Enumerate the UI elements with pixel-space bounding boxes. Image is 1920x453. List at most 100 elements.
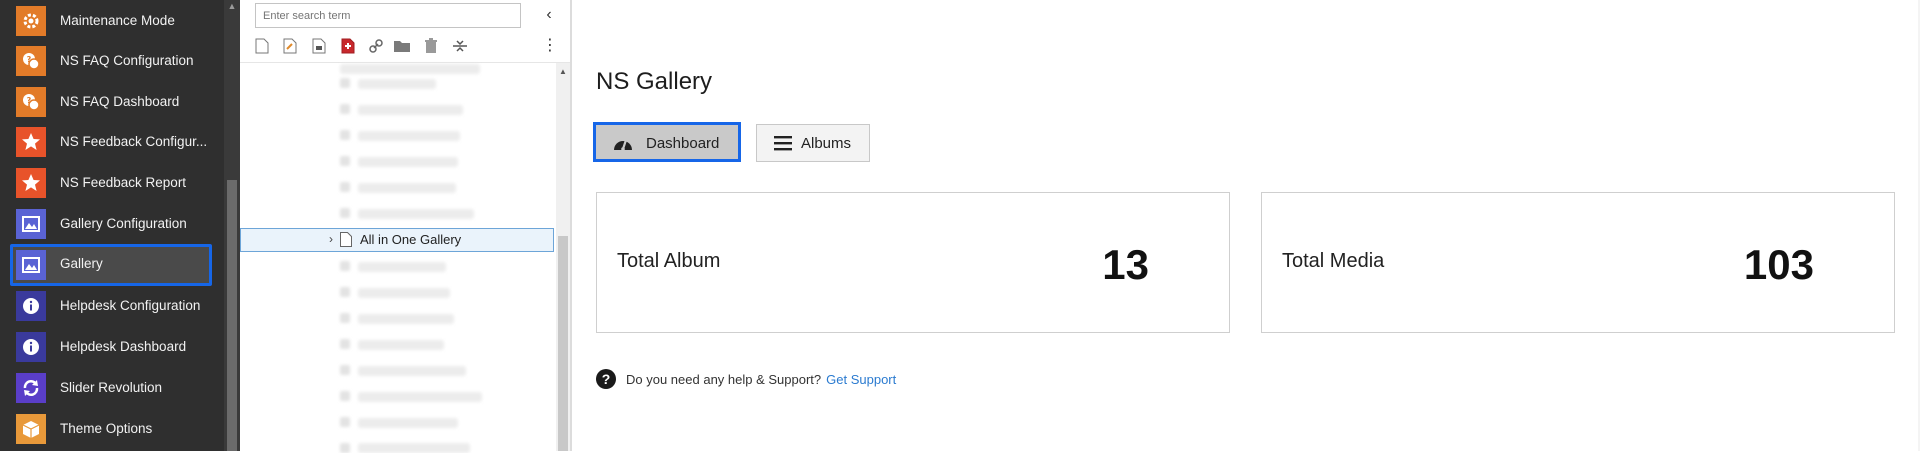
blurred-page-icon bbox=[340, 182, 350, 192]
sidebar-item-label: NS Feedback Configur... bbox=[60, 134, 208, 149]
page-mountpoint-icon[interactable] bbox=[338, 36, 358, 56]
stat-value: 103 bbox=[1743, 241, 1814, 288]
sidebar-item-helpdesk-configuration[interactable]: Helpdesk Configuration bbox=[0, 285, 224, 326]
blurred-page-icon bbox=[340, 130, 350, 140]
trash-icon[interactable] bbox=[421, 36, 441, 56]
sidebar-item-gallery[interactable]: Gallery bbox=[0, 243, 224, 286]
gear-icon bbox=[16, 6, 46, 36]
blurred-tree-row bbox=[358, 340, 444, 350]
sidebar-item-label: Theme Options bbox=[60, 421, 153, 436]
page-link-icon[interactable] bbox=[309, 36, 329, 56]
total-media-card: Total Media 103 bbox=[1261, 192, 1895, 333]
folder-icon[interactable] bbox=[392, 36, 412, 56]
page-shortcut-icon[interactable] bbox=[280, 36, 300, 56]
svg-text:?: ? bbox=[27, 55, 32, 64]
sidebar-item-label: Gallery bbox=[60, 256, 103, 271]
sidebar-item-label: Slider Revolution bbox=[60, 380, 163, 395]
blurred-tree-row bbox=[358, 157, 458, 167]
star-icon bbox=[16, 127, 46, 157]
blurred-tree-row bbox=[358, 392, 482, 402]
star-icon bbox=[16, 168, 46, 198]
sidebar-item-label: NS Feedback Report bbox=[60, 175, 187, 190]
scroll-up-icon[interactable]: ▲ bbox=[557, 67, 569, 76]
blurred-tree-row bbox=[358, 262, 446, 272]
link-icon[interactable] bbox=[366, 36, 386, 56]
tab-label: Dashboard bbox=[646, 135, 720, 152]
tab-label: Albums bbox=[801, 135, 852, 152]
refresh-icon bbox=[16, 373, 46, 403]
blurred-page-icon bbox=[340, 339, 350, 349]
blurred-tree-row bbox=[340, 64, 480, 74]
faq-icon: ? bbox=[16, 87, 46, 117]
blurred-tree-row bbox=[358, 183, 456, 193]
help-text: Do you need any help & Support? bbox=[626, 371, 822, 387]
blurred-tree-row bbox=[358, 314, 454, 324]
sidebar-item-ns-faq-dashboard[interactable]: ? NS FAQ Dashboard bbox=[0, 81, 224, 122]
svg-text:?: ? bbox=[27, 96, 32, 105]
box-icon bbox=[16, 414, 46, 444]
help-support-line: ? Do you need any help & Support? Get Su… bbox=[596, 368, 896, 390]
sidebar-scroll-thumb[interactable] bbox=[227, 180, 237, 451]
sidebar-item-slider-revolution[interactable]: Slider Revolution bbox=[0, 367, 224, 408]
info-icon bbox=[16, 332, 46, 362]
stat-value: 13 bbox=[1102, 241, 1149, 288]
dashboard-gauge-icon bbox=[612, 134, 634, 154]
blurred-tree-row bbox=[358, 79, 436, 89]
info-icon bbox=[16, 291, 46, 321]
blurred-page-icon bbox=[340, 313, 350, 323]
sidebar-item-label: NS FAQ Dashboard bbox=[60, 94, 180, 109]
tab-albums[interactable]: Albums bbox=[756, 124, 870, 162]
expand-chevron-icon[interactable]: › bbox=[326, 232, 336, 246]
sidebar-item-theme-options[interactable]: Theme Options bbox=[0, 408, 224, 449]
sidebar-item-label: Helpdesk Dashboard bbox=[60, 339, 187, 354]
image-icon bbox=[16, 250, 46, 280]
page-icon bbox=[340, 232, 352, 247]
stat-label: Total Media bbox=[1282, 250, 1385, 272]
new-page-icon[interactable] bbox=[252, 36, 272, 56]
sidebar-item-gallery-configuration[interactable]: Gallery Configuration bbox=[0, 203, 224, 244]
blurred-page-icon bbox=[340, 391, 350, 401]
scroll-up-icon[interactable]: ▲ bbox=[227, 1, 237, 11]
blurred-tree-row bbox=[358, 105, 463, 115]
total-album-card: Total Album 13 bbox=[596, 192, 1230, 333]
sidebar-item-label: NS FAQ Configuration bbox=[60, 53, 194, 68]
blurred-tree-row bbox=[358, 209, 474, 219]
sidebar-item-helpdesk-dashboard[interactable]: Helpdesk Dashboard bbox=[0, 326, 224, 367]
sidebar-item-label: Maintenance Mode bbox=[60, 13, 175, 28]
blurred-page-icon bbox=[340, 78, 350, 88]
blurred-tree-row bbox=[358, 366, 466, 376]
sidebar-item-maintenance-mode[interactable]: Maintenance Mode bbox=[0, 0, 224, 41]
divider-icon[interactable] bbox=[450, 36, 470, 56]
blurred-page-icon bbox=[340, 156, 350, 166]
sidebar-item-label: Helpdesk Configuration bbox=[60, 298, 201, 313]
sidebar-item-ns-faq-configuration[interactable]: ? NS FAQ Configuration bbox=[0, 40, 224, 81]
blurred-tree-row bbox=[358, 288, 450, 298]
sidebar-item-label: Gallery Configuration bbox=[60, 216, 187, 231]
blurred-page-icon bbox=[340, 443, 350, 453]
faq-icon: ? bbox=[16, 46, 46, 76]
blurred-page-icon bbox=[340, 417, 350, 427]
more-options-icon[interactable]: ⋮ bbox=[542, 36, 558, 56]
collapse-tree-button[interactable]: ‹ bbox=[540, 5, 558, 25]
page-title: NS Gallery bbox=[596, 68, 713, 95]
blurred-page-icon bbox=[340, 104, 350, 114]
stat-label: Total Album bbox=[617, 250, 721, 272]
blurred-page-icon bbox=[340, 365, 350, 375]
tree-search-input[interactable] bbox=[255, 3, 521, 28]
tree-scroll-thumb[interactable] bbox=[558, 236, 568, 451]
sidebar-item-ns-feedback-report[interactable]: NS Feedback Report bbox=[0, 162, 224, 203]
blurred-tree-row bbox=[358, 131, 460, 141]
blurred-page-icon bbox=[340, 208, 350, 218]
tab-dashboard[interactable]: Dashboard bbox=[593, 122, 741, 162]
tree-item-label[interactable]: All in One Gallery bbox=[360, 232, 461, 248]
get-support-link[interactable]: Get Support bbox=[826, 372, 896, 387]
blurred-page-icon bbox=[340, 287, 350, 297]
sidebar-item-ns-feedback-configuration[interactable]: NS Feedback Configur... bbox=[0, 121, 224, 162]
blurred-tree-row bbox=[358, 443, 470, 453]
question-circle-icon: ? bbox=[596, 369, 616, 389]
blurred-tree-row bbox=[358, 418, 458, 428]
blurred-page-icon bbox=[340, 261, 350, 271]
image-icon bbox=[16, 209, 46, 239]
tree-toolbar-divider bbox=[240, 62, 570, 63]
list-icon bbox=[773, 134, 795, 154]
